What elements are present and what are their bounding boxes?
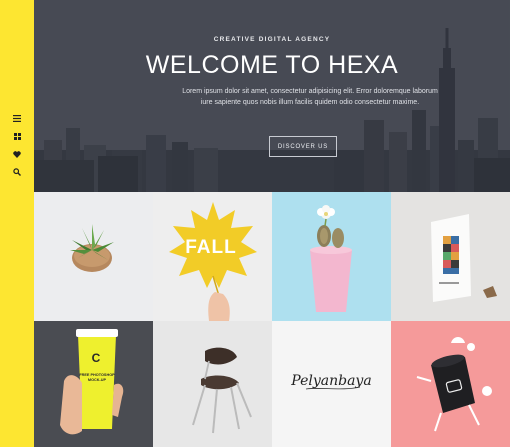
hero-banner: CREATIVE DIGITAL AGENCY WELCOME TO HEXA … (34, 0, 510, 192)
hero-description: Lorem ipsum dolor sit amet, consectetur … (182, 88, 438, 106)
hero-title: WELCOME TO HEXA (145, 51, 399, 79)
portfolio-item-coffee-cup[interactable]: C FREE PHOTOSHOP MOCK-UP (34, 321, 153, 447)
portfolio-item-fall-leaf[interactable]: FALL (153, 192, 272, 321)
fall-text: FALL (185, 237, 237, 258)
portfolio-item-succulent[interactable] (34, 192, 153, 321)
sidebar-nav (0, 112, 34, 184)
chair-image (192, 347, 252, 434)
succulent-image (70, 224, 114, 272)
black-cup-image (391, 321, 510, 447)
grid-icon[interactable] (11, 130, 23, 142)
menu-icon[interactable] (11, 112, 23, 124)
cactus-image (310, 205, 352, 312)
cup-logo-letter: C (91, 351, 101, 365)
discover-us-button[interactable]: DISCOVER US (269, 136, 337, 157)
hero-tagline: CREATIVE DIGITAL AGENCY (213, 36, 331, 43)
portfolio-item-poster[interactable] (391, 192, 510, 321)
cup-label: FREE PHOTOSHOP MOCK-UP (79, 373, 115, 382)
portfolio-item-black-cup[interactable] (391, 321, 510, 447)
heart-icon[interactable] (11, 148, 23, 160)
portfolio-item-chair[interactable] (153, 321, 272, 447)
search-icon[interactable] (11, 166, 23, 178)
portfolio-item-cactus[interactable] (272, 192, 391, 321)
signature-underline (305, 386, 361, 390)
coffee-cup-image (34, 321, 153, 447)
sidebar (0, 0, 34, 447)
portfolio-item-signature[interactable]: Pelyanbaya (272, 321, 391, 447)
poster-image (431, 214, 497, 302)
